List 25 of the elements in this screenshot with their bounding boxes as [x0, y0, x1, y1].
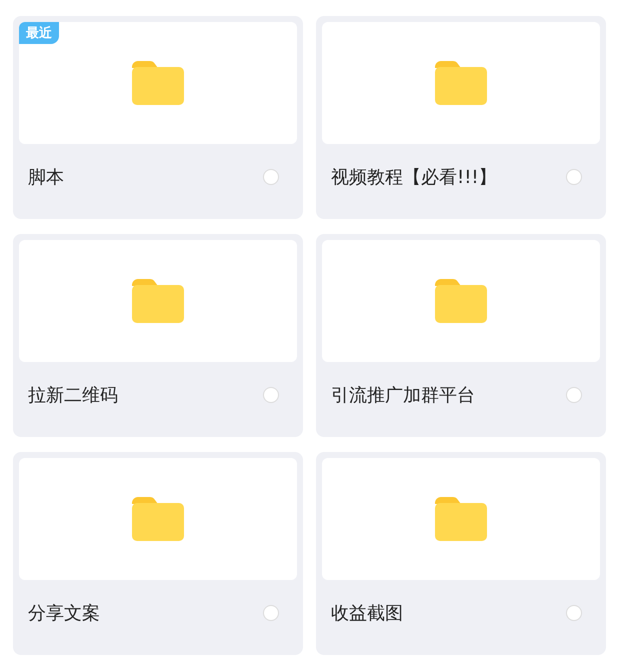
folder-name: 引流推广加群平台	[331, 384, 475, 406]
folder-name: 脚本	[28, 166, 64, 188]
folder-icon	[435, 61, 487, 105]
select-radio[interactable]	[263, 604, 279, 620]
folder-name: 分享文案	[28, 602, 100, 624]
folder-icon	[132, 497, 184, 541]
folder-card[interactable]: 分享文案	[13, 452, 303, 655]
select-radio[interactable]	[566, 386, 582, 402]
folder-icon	[132, 279, 184, 323]
folder-card[interactable]: 最近 脚本	[13, 16, 303, 219]
folder-icon	[435, 279, 487, 323]
recent-tag: 最近	[19, 22, 59, 44]
select-radio[interactable]	[566, 604, 582, 620]
folder-name: 视频教程【必看!!!】	[331, 166, 497, 188]
folder-name: 收益截图	[331, 602, 403, 624]
folder-icon	[435, 497, 487, 541]
select-radio[interactable]	[263, 168, 279, 184]
folder-card[interactable]: 引流推广加群平台	[316, 234, 606, 437]
folder-icon	[132, 61, 184, 105]
folder-card[interactable]: 收益截图	[316, 452, 606, 655]
folder-card[interactable]: 拉新二维码	[13, 234, 303, 437]
select-radio[interactable]	[263, 386, 279, 402]
folder-name: 拉新二维码	[28, 384, 118, 406]
folder-card[interactable]: 视频教程【必看!!!】	[316, 16, 606, 219]
select-radio[interactable]	[566, 168, 582, 184]
